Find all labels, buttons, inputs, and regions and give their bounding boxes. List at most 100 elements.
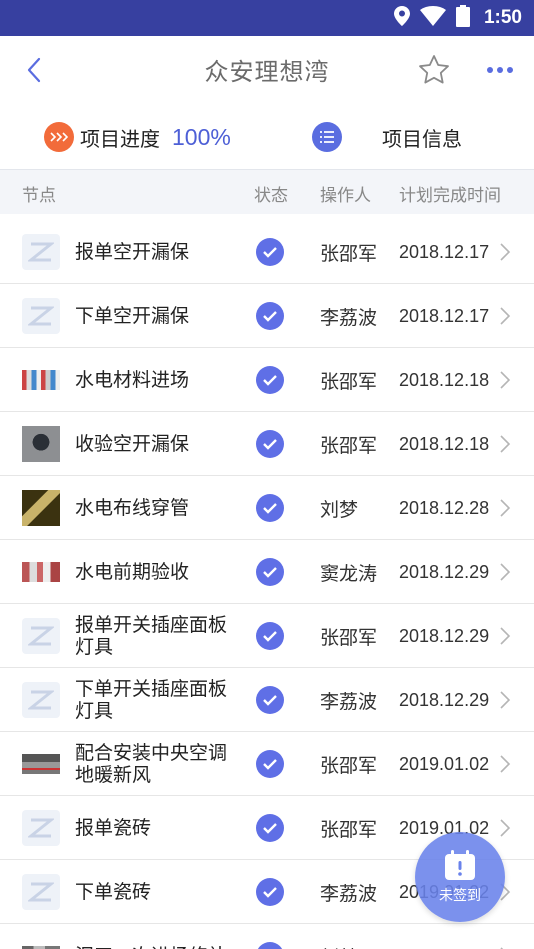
node-name: 报单开关插座面板灯具	[75, 614, 228, 658]
battery-icon	[455, 5, 470, 31]
planned-date: 2018.12.18	[399, 433, 490, 454]
planned-date: 2018.12.29	[399, 625, 490, 646]
node-name: 收验空开漏保	[75, 433, 190, 455]
planned-date: 2018.12.17	[399, 241, 490, 262]
progress-percent: 100%	[172, 123, 231, 150]
clock: 1:50	[483, 7, 522, 28]
header-status: 状态	[254, 186, 288, 206]
calendar-icon	[445, 850, 475, 880]
check-icon	[256, 814, 284, 842]
node-photo	[22, 754, 60, 774]
node-name: 报单空开漏保	[75, 241, 190, 263]
chevron-right-icon	[500, 435, 511, 453]
check-icon	[256, 622, 284, 650]
favorite-button[interactable]	[417, 53, 451, 87]
check-icon	[256, 366, 284, 394]
check-icon	[256, 878, 284, 906]
node-thumbnail	[22, 618, 60, 654]
node-thumbnail	[22, 810, 60, 846]
planned-date: 2018.12.29	[399, 561, 490, 582]
planned-date: 2018.12.29	[399, 689, 490, 710]
list-item[interactable]: 水电布线穿管 刘梦 2018.12.28	[0, 476, 534, 540]
node-photo	[22, 426, 60, 462]
planned-date: 2018.12.18	[399, 369, 490, 390]
check-icon	[256, 302, 284, 330]
operator-name: 张邵军	[320, 242, 378, 265]
node-photo	[22, 490, 60, 526]
tab-project-info[interactable]: 项目信息	[312, 104, 462, 170]
header-planned-time: 计划完成时间	[399, 186, 501, 206]
planned-date: 2019.01.02	[399, 753, 490, 774]
node-name: 泥工二次进场修补	[75, 924, 245, 949]
list-item[interactable]: 收验空开漏保 张邵军 2018.12.18	[0, 412, 534, 476]
tab-info-label: 项目信息	[382, 126, 462, 151]
location-icon	[393, 6, 410, 30]
nav-bar: 众安理想湾	[0, 36, 534, 104]
chevron-right-icon	[500, 627, 511, 645]
check-in-label: 未签到	[439, 888, 481, 904]
node-name: 水电材料进场	[75, 369, 190, 391]
node-name: 报单瓷砖	[75, 817, 152, 839]
chevron-right-icon	[500, 243, 511, 261]
node-name: 下单开关插座面板灯具	[75, 678, 228, 722]
operator-name: 张邵军	[320, 818, 378, 841]
node-name: 配合安装中央空调地暖新风	[75, 742, 228, 786]
chevron-right-icon	[500, 371, 511, 389]
node-thumbnail	[22, 298, 60, 334]
check-icon	[256, 238, 284, 266]
status-bar: 1:50	[0, 0, 534, 36]
list-item[interactable]: 下单开关插座面板灯具 李荔波 2018.12.29	[0, 668, 534, 732]
check-icon	[256, 686, 284, 714]
planned-date: 2018.12.28	[399, 497, 490, 518]
list-item[interactable]: 报单开关插座面板灯具 张邵军 2018.12.29	[0, 604, 534, 668]
chevron-right-icon	[500, 563, 511, 581]
tab-project-progress[interactable]: 项目进度 100%	[44, 104, 231, 170]
tab-bar: 项目进度 100% 项目信息	[0, 104, 534, 272]
more-dots-icon	[487, 67, 513, 73]
node-name: 下单空开漏保	[75, 305, 190, 327]
table-header: 节点 状态 操作人 计划完成时间	[0, 170, 534, 214]
operator-name: 张邵军	[320, 754, 378, 777]
node-name: 下单瓷砖	[75, 881, 152, 903]
chevron-right-icon	[500, 691, 511, 709]
list-item[interactable]: 泥工二次进场修补 刘梦 2019.01.03	[0, 924, 534, 949]
list-item[interactable]: 下单空开漏保 李荔波 2018.12.17	[0, 284, 534, 348]
chevron-right-icon	[500, 307, 511, 325]
check-icon	[256, 750, 284, 778]
node-thumbnail	[22, 874, 60, 910]
operator-name: 张邵军	[320, 626, 378, 649]
check-icon	[256, 942, 284, 949]
node-photo	[22, 562, 60, 582]
list-item[interactable]: 报单空开漏保 张邵军 2018.12.17	[0, 220, 534, 284]
header-operator: 操作人	[320, 186, 371, 206]
node-name: 水电前期验收	[75, 561, 190, 583]
check-icon	[256, 430, 284, 458]
chevron-right-icon	[500, 755, 511, 773]
check-icon	[256, 494, 284, 522]
check-icon	[256, 558, 284, 586]
list-icon	[312, 122, 342, 152]
tab-progress-label: 项目进度	[80, 126, 160, 151]
operator-name: 刘梦	[320, 498, 359, 521]
operator-name: 李荔波	[320, 690, 378, 713]
node-name: 水电布线穿管	[75, 497, 190, 519]
list-item[interactable]: 水电前期验收 窦龙涛 2018.12.29	[0, 540, 534, 604]
operator-name: 李荔波	[320, 882, 378, 905]
operator-name: 李荔波	[320, 306, 378, 329]
operator-name: 张邵军	[320, 370, 378, 393]
star-icon	[419, 55, 449, 84]
planned-date: 2018.12.17	[399, 305, 490, 326]
more-button[interactable]	[484, 58, 516, 82]
page-title: 众安理想湾	[204, 58, 330, 86]
check-in-button[interactable]: 未签到	[415, 832, 505, 922]
node-thumbnail	[22, 234, 60, 270]
list-item[interactable]: 水电材料进场 张邵军 2018.12.18	[0, 348, 534, 412]
wifi-icon	[419, 6, 446, 30]
progress-arrows-icon	[44, 122, 74, 152]
header-node: 节点	[22, 186, 56, 206]
node-photo	[22, 370, 60, 390]
node-thumbnail	[22, 682, 60, 718]
list-item[interactable]: 配合安装中央空调地暖新风 张邵军 2019.01.02	[0, 732, 534, 796]
operator-name: 窦龙涛	[320, 562, 378, 585]
chevron-right-icon	[500, 499, 511, 517]
